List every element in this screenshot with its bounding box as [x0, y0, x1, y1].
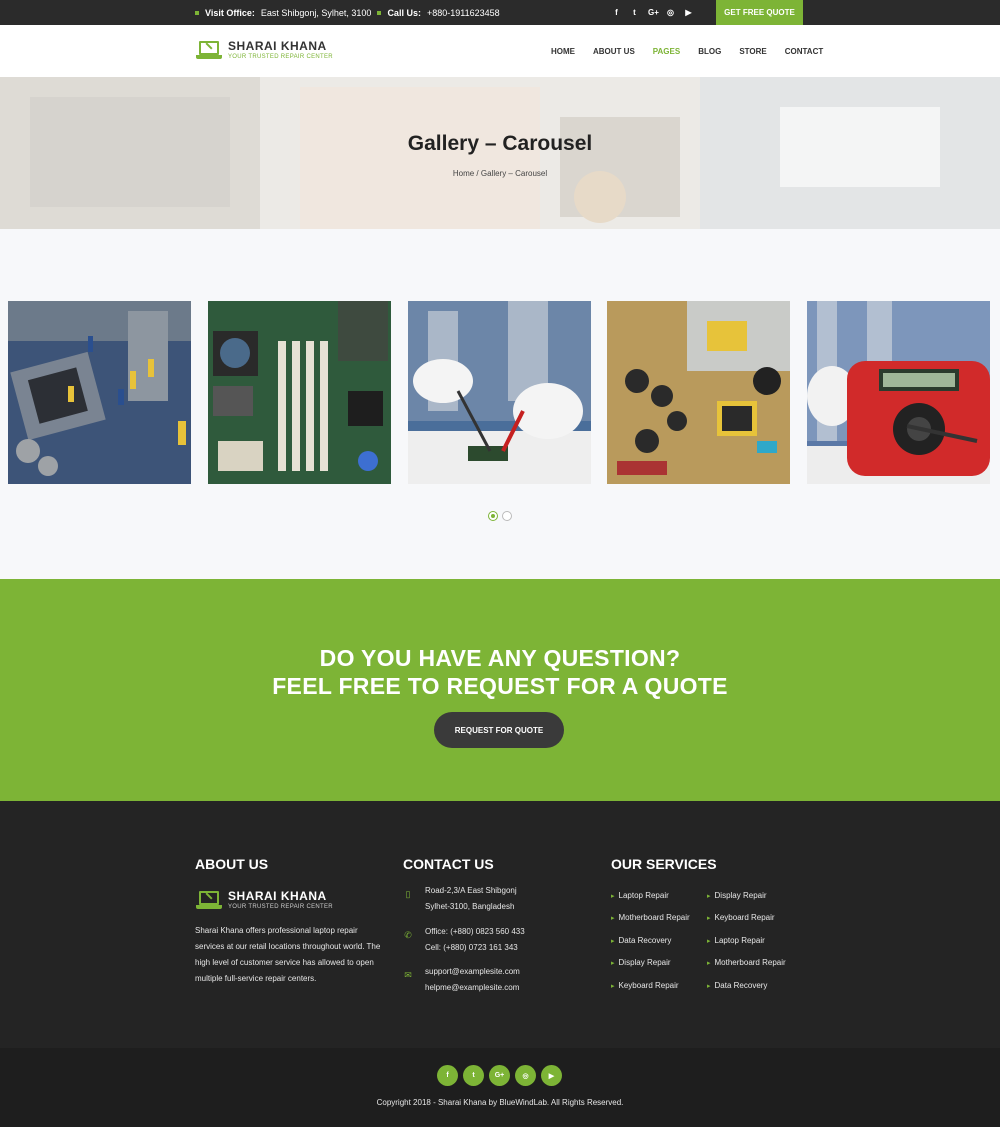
service-link[interactable]: ▸ Data Recovery: [611, 936, 671, 945]
chevron-right-icon: ▸: [707, 937, 711, 945]
request-for-quote-button[interactable]: REQUEST FOR QUOTE: [434, 712, 564, 748]
gallery-carousel: [0, 229, 1000, 579]
footer-logo[interactable]: SHARAI KHANA YOUR TRUSTED REPAIR CENTER: [196, 889, 333, 910]
top-bar: Visit Office: East Shibgonj, Sylhet, 310…: [0, 0, 1000, 25]
address-line1: Road-2,3/A East Shibgonj: [425, 886, 517, 895]
chevron-right-icon: ▸: [707, 982, 711, 990]
brand-tagline: YOUR TRUSTED REPAIR CENTER: [228, 54, 333, 60]
chevron-right-icon: ▸: [611, 914, 615, 922]
copyright: Copyright 2018 - Sharai Khana by BlueWin…: [376, 1098, 624, 1107]
service-link[interactable]: ▸ Laptop Repair: [611, 891, 669, 900]
nav-about-us[interactable]: ABOUT US: [593, 47, 635, 56]
helpme-email[interactable]: helpme@examplesite.com: [425, 980, 520, 996]
chevron-right-icon: ▸: [611, 982, 615, 990]
contact-email: ✉ support@examplesite.com helpme@example…: [403, 964, 520, 996]
service-link[interactable]: ▸ Keyboard Repair: [707, 913, 775, 922]
circuit-board-image[interactable]: [607, 301, 790, 484]
cell-phone: Cell: (+880) 0723 161 343: [425, 943, 518, 952]
youtube-icon[interactable]: ▶: [541, 1065, 562, 1086]
twitter-icon[interactable]: t: [630, 8, 639, 17]
service-link[interactable]: ▸ Motherboard Repair: [707, 958, 786, 967]
about-description: Sharai Khana offers professional laptop …: [195, 926, 381, 983]
chevron-right-icon: ▸: [707, 892, 711, 900]
envelope-icon: ✉: [404, 970, 412, 980]
office-phone: Office: (+880) 0823 560 433: [425, 927, 525, 936]
facebook-icon[interactable]: f: [612, 8, 621, 17]
brand-name: SHARAI KHANA: [228, 39, 327, 53]
youtube-icon[interactable]: ▶: [684, 8, 693, 17]
laptop-icon: [196, 890, 222, 910]
get-free-quote-button[interactable]: GET FREE QUOTE: [716, 0, 803, 25]
our-services-heading: OUR SERVICES: [611, 856, 717, 872]
breadcrumb: Home / Gallery – Carousel: [452, 169, 548, 178]
chevron-right-icon: ▸: [611, 937, 615, 945]
google-plus-icon[interactable]: G+: [648, 8, 659, 17]
contact-us-heading: CONTACT US: [403, 856, 494, 872]
service-link[interactable]: ▸ Data Recovery: [707, 981, 767, 990]
chevron-right-icon: ▸: [611, 892, 615, 900]
footer-brand-tagline: YOUR TRUSTED REPAIR CENTER: [228, 904, 333, 910]
carousel-dot-1[interactable]: [488, 511, 498, 521]
facebook-icon[interactable]: f: [437, 1065, 458, 1086]
nav-pages[interactable]: PAGES: [653, 47, 680, 56]
chevron-right-icon: ▸: [707, 914, 711, 922]
bullet-icon: [195, 10, 199, 15]
office-info: Visit Office: East Shibgonj, Sylhet, 310…: [195, 0, 500, 25]
address-line2: Sylhet-3100, Bangladesh: [425, 902, 515, 911]
contact-address: ▯ Road-2,3/A East Shibgonj Sylhet-3100, …: [403, 883, 517, 915]
page-hero: Gallery – Carousel Home / Gallery – Caro…: [0, 77, 1000, 229]
page-title: Gallery – Carousel: [407, 132, 593, 155]
visit-label: Visit Office:: [205, 7, 255, 18]
footer-bottom: f t G+ ◎ ▶ Copyright 2018 - Sharai Khana…: [0, 1048, 1000, 1127]
instagram-icon[interactable]: ◎: [666, 8, 675, 17]
motherboard-workers-image[interactable]: [8, 301, 191, 484]
about-us-heading: ABOUT US: [195, 856, 269, 872]
site-header: SHARAI KHANA YOUR TRUSTED REPAIR CENTER …: [0, 25, 1000, 77]
instagram-icon[interactable]: ◎: [515, 1065, 536, 1086]
site-logo[interactable]: SHARAI KHANA YOUR TRUSTED REPAIR CENTER: [196, 39, 333, 60]
quote-cta-section: DO YOU HAVE ANY QUESTION? FEEL FREE TO R…: [0, 579, 1000, 801]
top-social-links: f t G+ ◎ ▶: [612, 0, 693, 25]
nav-store[interactable]: STORE: [739, 47, 766, 56]
call-label: Call Us:: [387, 7, 421, 18]
motherboard-image[interactable]: [208, 301, 391, 484]
contact-phone: ✆ Office: (+880) 0823 560 433 Cell: (+88…: [403, 924, 525, 956]
carousel-pagination: [488, 511, 512, 521]
phone-icon: ✆: [404, 930, 412, 940]
call-value: +880-1911623458: [426, 7, 500, 18]
service-link[interactable]: ▸ Laptop Repair: [707, 936, 765, 945]
bullet-icon: [377, 10, 382, 15]
nav-home[interactable]: HOME: [551, 47, 575, 56]
service-link[interactable]: ▸ Motherboard Repair: [611, 913, 690, 922]
footer-social-links: f t G+ ◎ ▶: [437, 1065, 562, 1086]
service-link[interactable]: ▸ Keyboard Repair: [611, 981, 679, 990]
soldering-image[interactable]: [408, 301, 591, 484]
chevron-right-icon: ▸: [611, 959, 615, 967]
carousel-dot-2[interactable]: [502, 511, 512, 521]
chevron-right-icon: ▸: [707, 959, 711, 967]
main-nav: HOME ABOUT US PAGES BLOG STORE CONTACT: [551, 25, 841, 77]
twitter-icon[interactable]: t: [463, 1065, 484, 1086]
cta-heading-line1: DO YOU HAVE ANY QUESTION?: [319, 645, 681, 671]
service-link[interactable]: ▸ Display Repair: [611, 958, 671, 967]
cta-heading-line2: FEEL FREE TO REQUEST FOR A QUOTE: [272, 673, 728, 699]
laptop-icon: [196, 40, 222, 60]
nav-blog[interactable]: BLOG: [698, 47, 721, 56]
nav-contact[interactable]: CONTACT: [785, 47, 824, 56]
visit-value: East Shibgonj, Sylhet, 3100: [260, 7, 372, 18]
support-email[interactable]: support@examplesite.com: [425, 964, 520, 980]
service-link[interactable]: ▸ Display Repair: [707, 891, 767, 900]
multimeter-image[interactable]: [807, 301, 990, 484]
footer-brand-name: SHARAI KHANA: [228, 889, 327, 903]
site-footer: ABOUT US SHARAI KHANA YOUR TRUSTED REPAI…: [0, 801, 1000, 1048]
google-plus-icon[interactable]: G+: [489, 1065, 510, 1086]
mobile-icon: ▯: [405, 889, 411, 899]
